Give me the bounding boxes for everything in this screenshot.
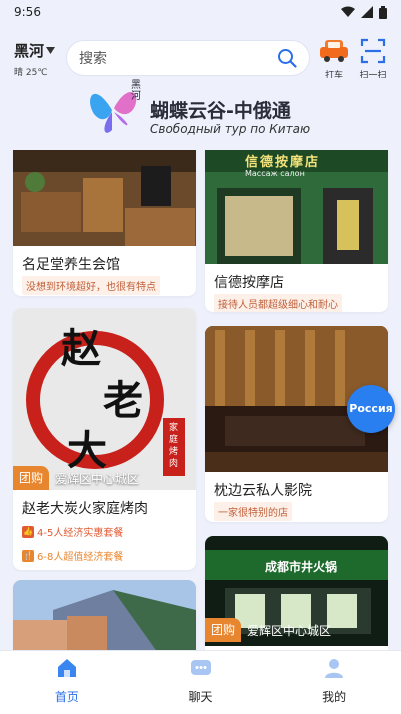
taxi-label: 打车 — [324, 71, 343, 78]
merchant-title: 赵老大炭火家庭烤肉 — [22, 501, 148, 517]
groupbuy-overlay: 团购 爱辉区中心城区 — [13, 466, 139, 490]
search-placeholder: 搜索 — [79, 51, 107, 67]
merchant-card[interactable] — [13, 580, 196, 650]
user-icon — [325, 659, 344, 678]
weather-text: 晴 25℃ — [14, 68, 48, 78]
tab-profile[interactable]: 我的 — [267, 651, 401, 714]
scan-button[interactable]: 扫一扫 — [355, 38, 391, 78]
merchant-title: 枕边云私人影院 — [214, 483, 312, 499]
search-icon — [278, 49, 297, 68]
tab-home[interactable]: 首页 — [0, 651, 134, 714]
merchant-card[interactable]: 信德按摩店 Массаж салон 信德按摩店 接待人员都超级细心和耐心 — [205, 150, 388, 312]
status-bar: 9:56 — [0, 0, 401, 24]
logo-side-text: 家庭烤肉 — [169, 423, 179, 469]
groupbuy-badge: 团购 — [205, 618, 242, 642]
tab-label: 首页 — [54, 690, 79, 704]
logo-char: 老 — [103, 378, 143, 424]
scan-label: 扫一扫 — [359, 71, 387, 78]
scan-icon — [360, 38, 386, 64]
deal-item[interactable]: 👍 4-5人经济实惠套餐 — [22, 524, 123, 539]
brand-banner: 黑河 蝴蝶云谷-中俄通 Свободный тур по Китаю — [0, 78, 401, 142]
taxi-icon — [320, 40, 348, 62]
bottom-tab-bar: 首页 聊天 我的 — [0, 650, 401, 714]
chevron-down-icon — [46, 47, 56, 54]
merchant-image — [13, 150, 196, 246]
taxi-button[interactable]: 打车 — [316, 38, 352, 78]
tab-chat[interactable]: 聊天 — [134, 651, 268, 714]
shop-sign-subtext: Массаж салон — [245, 169, 305, 178]
home-icon — [57, 659, 76, 677]
review-tag: 没想到环境超好，也很有特点 — [22, 276, 160, 295]
area-label: 爱辉区中心城区 — [55, 471, 140, 486]
merchant-title: 名足堂养生会馆 — [22, 257, 120, 273]
logo-mini-text: 黑河 — [131, 80, 141, 102]
search-input[interactable]: 搜索 — [66, 40, 310, 76]
russia-language-button[interactable]: Россия — [347, 385, 395, 433]
tab-label: 我的 — [322, 690, 347, 704]
area-label: 爱辉区中心城区 — [247, 623, 332, 638]
header: 黑河 晴 25℃ 搜索 打车 扫一扫 — [0, 36, 401, 80]
banner-title: 蝴蝶云谷-中俄通 — [150, 100, 291, 122]
review-tag: 接待人员都超级细心和耐心 — [214, 294, 342, 312]
city-name: 黑河 — [14, 40, 62, 61]
merchant-card[interactable]: 名足堂养生会馆 没想到环境超好，也很有特点 — [13, 150, 196, 296]
merchant-card[interactable]: 赵 老 大 家庭烤肉 团购 爱辉区中心城区 赵老大炭火家庭烤肉 👍 4-5人经济… — [13, 308, 196, 570]
deal-text: 4-5人经济实惠套餐 — [37, 528, 124, 539]
logo-char: 赵 — [61, 326, 101, 372]
review-tag: 一家很特别的店 — [214, 502, 292, 521]
banner-subtitle: Свободный тур по Китаю — [150, 122, 311, 136]
deal-text: 6-8人超值经济套餐 — [37, 552, 124, 563]
groupbuy-overlay: 团购 爱辉区中心城区 — [205, 618, 331, 642]
merchant-card[interactable]: 成都市井火锅 团购 爱辉区中心城区 — [205, 536, 388, 650]
deal-item[interactable]: 🍴 6-8人超值经济套餐 — [22, 548, 123, 563]
status-icons — [341, 5, 387, 19]
tab-label: 聊天 — [188, 690, 213, 704]
groupbuy-badge: 团购 — [13, 466, 50, 490]
shop-sign-text: 信德按摩店 — [245, 155, 321, 170]
signal-icon — [361, 6, 373, 18]
merchant-feed[interactable]: 名足堂养生会馆 没想到环境超好，也很有特点 信德按摩店 Массаж салон… — [0, 150, 401, 650]
merchant-image — [13, 580, 196, 650]
status-time: 9:56 — [14, 5, 41, 19]
wifi-icon — [341, 6, 355, 17]
location-selector[interactable]: 黑河 晴 25℃ — [14, 40, 62, 78]
thumb-up-icon: 👍 — [22, 525, 34, 538]
chat-icon — [190, 660, 211, 675]
battery-icon — [379, 5, 387, 19]
shop-sign-text: 成都市井火锅 — [265, 560, 338, 574]
merchant-title: 信德按摩店 — [214, 275, 284, 291]
food-icon: 🍴 — [22, 549, 34, 562]
